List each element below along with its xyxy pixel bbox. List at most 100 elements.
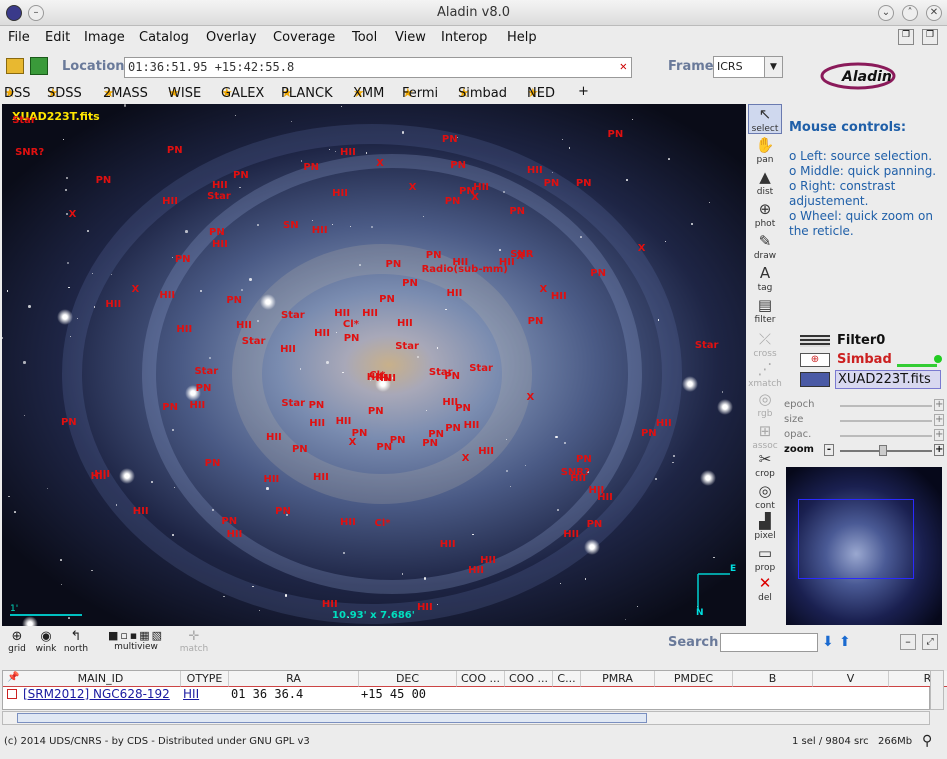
catalog-source-label[interactable]: PN — [309, 400, 325, 411]
telescope-icon[interactable]: ⚲ — [922, 733, 932, 749]
table-cell[interactable]: HII — [181, 687, 229, 701]
catalog-source-label[interactable]: HII — [442, 397, 458, 408]
menu-overlay[interactable]: Overlay — [206, 30, 257, 45]
menu-edit[interactable]: Edit — [45, 30, 70, 45]
catalog-source-label[interactable]: PN — [426, 250, 442, 261]
catalog-source-label[interactable]: PN — [344, 333, 360, 344]
pin-icon[interactable]: 📌 — [7, 672, 19, 683]
frame-select[interactable]: ICRS ▼ — [713, 56, 783, 78]
catalog-source-label[interactable]: PN — [368, 406, 384, 417]
menu-interop[interactable]: Interop — [441, 30, 487, 45]
wink-button[interactable]: ◉ wink — [34, 629, 58, 654]
close-button[interactable]: ✕ — [926, 5, 942, 21]
catalog-source-label[interactable]: HII — [189, 400, 205, 411]
tool-filter-button[interactable]: ▤ filter — [748, 296, 782, 326]
catalog-source-label[interactable]: PN — [221, 516, 237, 527]
catalog-source-label[interactable]: PN — [445, 423, 461, 434]
row-checkbox[interactable] — [7, 689, 17, 699]
catalog-source-label[interactable]: HII — [91, 471, 107, 482]
tool-select-button[interactable]: ↖ select — [748, 104, 782, 134]
catalog-source-label[interactable]: HII — [266, 432, 282, 443]
column-header[interactable]: DEC — [359, 671, 457, 687]
catalog-source-label[interactable]: HII — [417, 602, 433, 613]
catalog-source-label[interactable]: HII — [105, 299, 121, 310]
catalog-source-label[interactable]: PN — [292, 444, 308, 455]
catalog-source-label[interactable]: Star — [194, 366, 218, 377]
search-input[interactable] — [720, 633, 818, 652]
open-folder-icon[interactable] — [6, 58, 24, 74]
tool-crop-button[interactable]: ✂ crop — [748, 450, 782, 480]
catalog-source-label[interactable]: PN — [402, 278, 418, 289]
catalog-source-label[interactable]: HII — [597, 492, 613, 503]
catalog-source-label[interactable]: Star — [469, 363, 493, 374]
catalog-source-label[interactable]: PN — [450, 160, 466, 171]
catalog-source-label[interactable]: SN — [283, 220, 299, 231]
column-header[interactable]: OTYPE — [181, 671, 229, 687]
load-icon[interactable] — [30, 57, 48, 75]
catalog-source-label[interactable]: HII — [464, 420, 480, 431]
catalog-source-label[interactable]: HII — [551, 291, 567, 302]
catalog-source-label[interactable]: PN — [233, 170, 249, 181]
menu-view[interactable]: View — [395, 30, 426, 45]
layer-simbad[interactable]: ⊕ Simbad — [797, 351, 945, 370]
table-vscroll[interactable] — [930, 670, 944, 710]
minimize-button[interactable]: ⌄ — [878, 5, 894, 21]
catalog-source-label[interactable]: HII — [452, 257, 468, 268]
catalog-source-label[interactable]: PN — [275, 506, 291, 517]
catalog-source-label[interactable]: X — [349, 437, 357, 448]
catalog-source-label[interactable]: HII — [236, 320, 252, 331]
column-header[interactable]: COO ... — [457, 671, 505, 687]
north-button[interactable]: ↰ north — [62, 629, 90, 654]
catalog-source-label[interactable]: X — [409, 182, 417, 193]
catalog-source-label[interactable]: Star — [429, 367, 453, 378]
catalog-source-label[interactable]: HII — [322, 599, 338, 610]
catalog-source-label[interactable]: PN — [162, 402, 178, 413]
zoom-preview[interactable] — [786, 467, 942, 625]
catalog-source-label[interactable]: PN — [509, 206, 525, 217]
catalog-source-label[interactable]: SNR? — [15, 147, 44, 158]
clear-icon[interactable]: ✕ — [620, 59, 627, 73]
restore-icon[interactable]: ❐ — [922, 29, 938, 45]
catalog-source-label[interactable]: Star — [395, 341, 419, 352]
catalog-source-label[interactable]: HII — [332, 188, 348, 199]
menu-coverage[interactable]: Coverage — [273, 30, 335, 45]
menu-image[interactable]: Image — [84, 30, 125, 45]
catalog-source-label[interactable]: HII — [176, 324, 192, 335]
catalog-source-label[interactable]: X — [526, 392, 534, 403]
catalog-source-label[interactable]: PN — [442, 134, 458, 145]
detach-icon[interactable]: ❐ — [898, 29, 914, 45]
catalog-source-label[interactable]: HII — [397, 318, 413, 329]
catalog-source-label[interactable]: HII — [447, 288, 463, 299]
chevron-down-icon[interactable]: ▼ — [764, 57, 782, 77]
menu-catalog[interactable]: Catalog — [139, 30, 189, 45]
layer-image[interactable]: XUAD223T.fits — [797, 370, 945, 390]
catalog-source-label[interactable]: Star — [12, 115, 36, 126]
catalog-source-label[interactable]: Star — [242, 336, 266, 347]
catalog-source-label[interactable]: Cl* — [375, 518, 391, 529]
menu-help[interactable]: Help — [507, 30, 537, 45]
add-shortcut-button[interactable]: + — [578, 84, 589, 99]
table-cell[interactable]: [SRM2012] NGC628-192 — [21, 687, 199, 701]
catalog-source-label[interactable]: PN — [576, 454, 592, 465]
tool-phot-button[interactable]: ⊕ phot — [748, 200, 782, 230]
tool-cont-button[interactable]: ◎ cont — [748, 482, 782, 512]
maximize-button[interactable]: ˄ — [902, 5, 918, 21]
column-header[interactable]: COO ... — [505, 671, 553, 687]
catalog-source-label[interactable]: HII — [362, 308, 378, 319]
catalog-source-label[interactable]: PN — [175, 254, 191, 265]
catalog-source-label[interactable]: PN — [205, 458, 221, 469]
search-down-icon[interactable]: ⬇ — [822, 634, 834, 650]
catalog-source-label[interactable]: X — [69, 209, 77, 220]
zoom-slider[interactable]: zoom - + — [784, 444, 944, 458]
layer-filter0[interactable]: Filter0 — [797, 332, 945, 351]
catalog-source-label[interactable]: Star — [281, 310, 305, 321]
catalog-source-label[interactable]: Star — [695, 340, 719, 351]
catalog-source-label[interactable]: PN — [303, 162, 319, 173]
search-up-icon[interactable]: ⬆ — [839, 634, 851, 650]
opacity-slider[interactable]: opac. + — [784, 429, 944, 443]
catalog-source-label[interactable]: PN — [587, 519, 603, 530]
catalog-source-label[interactable]: Star — [281, 398, 305, 409]
catalog-source-label[interactable]: PN — [590, 268, 606, 279]
catalog-source-label[interactable]: PN — [576, 178, 592, 189]
catalog-source-label[interactable]: HII — [656, 418, 672, 429]
